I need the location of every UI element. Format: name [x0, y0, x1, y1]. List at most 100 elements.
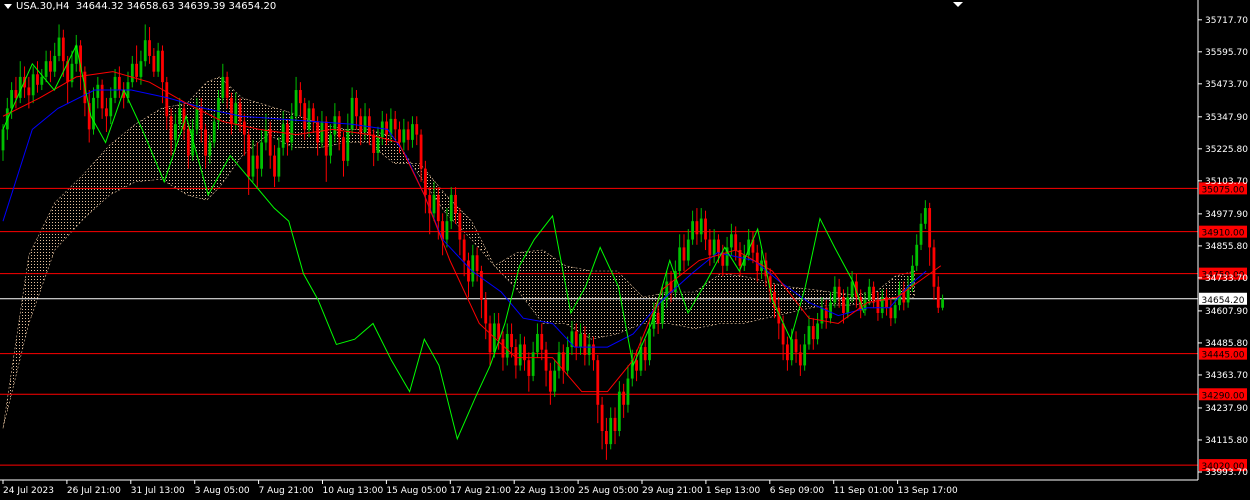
candle-body	[174, 124, 177, 140]
candle-body	[682, 247, 686, 261]
candle-body	[406, 129, 410, 140]
candle-body	[342, 137, 345, 161]
candle-body	[729, 234, 733, 248]
y-tick-label: 35595.70	[1205, 48, 1248, 58]
candle-body	[44, 61, 48, 77]
candle-body	[294, 90, 298, 117]
candle-body	[415, 124, 419, 135]
candle-body	[204, 129, 207, 156]
candle-body	[105, 108, 108, 117]
x-tick-label: 11 Sep 01:00	[834, 486, 894, 496]
candle-body	[587, 344, 591, 355]
x-tick-label: 17 Aug 21:00	[450, 486, 511, 496]
candle-body	[734, 234, 738, 251]
candle-body	[423, 168, 427, 195]
candle-body	[480, 271, 483, 300]
candle-body	[842, 297, 845, 313]
candle-body	[1, 129, 5, 151]
candle-body	[695, 221, 699, 235]
candle-body	[130, 63, 134, 83]
candle-body	[497, 323, 501, 340]
candle-body	[557, 352, 561, 371]
y-tick-label: 35225.80	[1205, 145, 1248, 155]
chart-background	[0, 0, 1250, 500]
candle-body	[807, 326, 811, 345]
x-tick-label: 25 Aug 05:00	[578, 486, 639, 496]
y-tick-label: 34485.80	[1205, 339, 1248, 349]
candle-body	[148, 40, 151, 56]
candle-body	[152, 55, 156, 72]
candle-body	[324, 121, 328, 156]
candle-body	[281, 124, 285, 148]
candle-body	[527, 360, 531, 376]
candle-body	[600, 404, 604, 432]
candle-body	[928, 208, 932, 248]
candle-body	[501, 339, 505, 358]
y-tick-label: 34977.90	[1205, 210, 1248, 220]
candle-body	[643, 347, 647, 361]
candle-body	[617, 391, 621, 432]
candle-body	[579, 333, 582, 348]
candle-body	[238, 103, 242, 122]
candle-body	[505, 333, 509, 358]
candle-body	[475, 255, 479, 272]
candle-body	[161, 50, 164, 83]
candle-body	[380, 121, 384, 138]
candle-body	[544, 349, 548, 371]
candle-body	[454, 194, 457, 214]
candle-body	[402, 129, 406, 143]
candle-body	[518, 344, 522, 366]
candle-body	[867, 286, 871, 300]
candle-body	[458, 213, 462, 240]
candle-body	[333, 116, 337, 135]
candle-body	[566, 347, 570, 371]
symbol-label: USA.30,H4	[16, 1, 70, 12]
price-chart[interactable]: 35075.0034910.0034750.0034445.0034290.00…	[0, 0, 1250, 500]
candle-body	[221, 76, 225, 98]
candle-body	[536, 333, 539, 353]
level-label: 34910.00	[1202, 229, 1245, 239]
candle-body	[471, 255, 475, 282]
candle-body	[139, 61, 143, 77]
candle-body	[247, 134, 251, 177]
candle-body	[583, 333, 587, 355]
candle-body	[273, 155, 276, 177]
candle-body	[919, 223, 923, 245]
candle-body	[833, 286, 837, 303]
candle-body	[781, 323, 785, 345]
candle-body	[932, 247, 936, 287]
candle-body	[92, 97, 95, 130]
candle-body	[346, 129, 350, 161]
candle-body	[385, 121, 388, 135]
x-tick-label: 1 Sep 13:00	[706, 486, 761, 496]
candle-body	[803, 344, 807, 366]
x-tick-label: 22 Aug 13:00	[514, 486, 575, 496]
dropdown-icon[interactable]	[4, 3, 12, 9]
candle-body	[678, 247, 682, 272]
candle-body	[156, 50, 160, 72]
candle-body	[303, 103, 307, 130]
candle-body	[307, 108, 311, 130]
candle-body	[363, 116, 367, 132]
candle-body	[923, 208, 927, 224]
y-tick-label: 34733.70	[1205, 274, 1248, 284]
candle-body	[829, 302, 832, 319]
candle-body	[488, 323, 492, 353]
candle-body	[531, 352, 535, 376]
candle-body	[135, 63, 139, 77]
x-tick-label: 31 Jul 13:00	[131, 486, 185, 496]
candle-body	[574, 331, 578, 348]
candle-body	[561, 352, 565, 371]
candle-body	[113, 76, 117, 98]
candle-body	[242, 121, 246, 135]
candle-body	[893, 305, 897, 319]
candle-body	[186, 129, 190, 156]
x-tick-label: 15 Aug 05:00	[386, 486, 447, 496]
x-tick-label: 7 Aug 21:00	[259, 486, 314, 496]
candle-body	[613, 417, 617, 432]
candle-body	[14, 90, 18, 98]
candle-body	[230, 97, 233, 125]
y-tick-label: 35717.70	[1205, 16, 1248, 26]
candle-body	[27, 87, 31, 96]
candle-body	[656, 312, 660, 324]
